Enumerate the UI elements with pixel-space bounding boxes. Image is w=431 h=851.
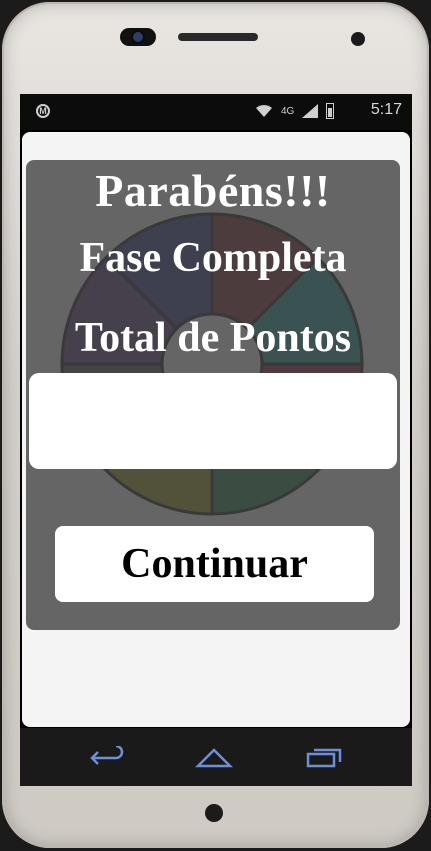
phase-complete-label: Fase Completa: [79, 235, 347, 281]
game-screen: Parabéns!!! Fase Completa Total de Ponto…: [22, 132, 410, 727]
wifi-icon: [256, 104, 272, 117]
back-arrow-icon[interactable]: [88, 746, 128, 770]
android-nav-bar: [20, 728, 412, 786]
network-type: 4G: [281, 105, 295, 117]
congrats-title: Parabéns!!!: [95, 165, 331, 216]
status-bar: M 4G 5:17: [20, 94, 412, 130]
continue-button[interactable]: Continuar: [55, 526, 374, 602]
home-icon[interactable]: [194, 746, 234, 770]
proximity-sensor: [351, 32, 365, 46]
front-camera: [120, 28, 156, 46]
physical-home-button[interactable]: [192, 798, 238, 826]
camera-lens-icon: [133, 32, 143, 42]
motorola-logo-icon: M: [36, 104, 50, 118]
phase-complete-dialog: Parabéns!!! Fase Completa Total de Ponto…: [26, 160, 400, 630]
screen: M 4G 5:17 Parabéns!!! Fase Completa Tota…: [20, 94, 412, 786]
earpiece-speaker: [178, 33, 258, 41]
signal-icon: [302, 104, 319, 118]
recent-apps-icon[interactable]: [302, 746, 342, 770]
status-icons: 4G: [255, 103, 335, 119]
battery-icon: [326, 103, 335, 119]
total-points-label: Total de Pontos: [74, 315, 352, 361]
total-points-value: [29, 373, 397, 469]
status-time: 5:17: [370, 101, 402, 118]
